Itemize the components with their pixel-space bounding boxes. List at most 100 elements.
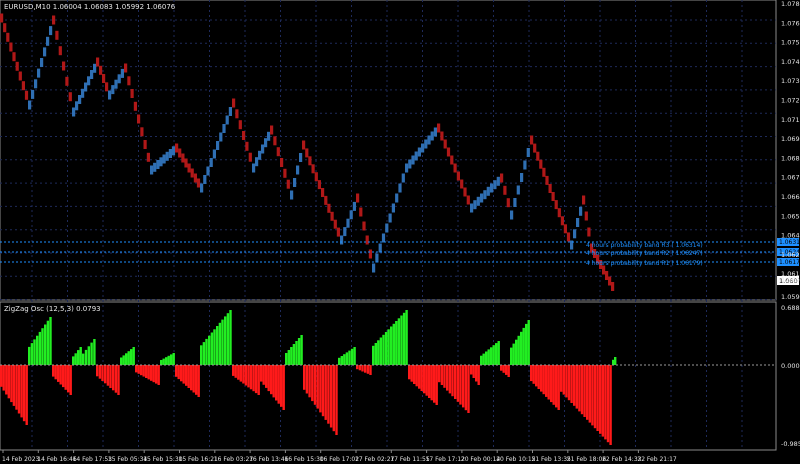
osc-negative-bar (408, 365, 411, 380)
osc-positive-bar (202, 342, 206, 365)
osc-positive-bar (343, 354, 346, 365)
down-brick (359, 207, 363, 217)
osc-negative-bar (596, 365, 599, 431)
up-brick (573, 229, 577, 239)
osc-negative-bar (470, 365, 473, 375)
osc-negative-bar (532, 365, 535, 384)
down-brick (302, 140, 306, 150)
price-tick-label: 1.06875 (781, 154, 800, 162)
osc-negative-bar (15, 365, 18, 410)
osc-positive-bar (522, 327, 525, 365)
osc-positive-bar (221, 319, 224, 365)
osc-negative-bar (152, 365, 155, 383)
up-brick (165, 151, 169, 161)
up-brick (352, 201, 356, 211)
down-brick (146, 152, 150, 162)
down-brick (317, 180, 321, 190)
price-axis[interactable]: 1.07810 1.07695 1.07575 1.07460 1.07345 1.072… (781, 0, 800, 301)
osc-negative-bar (358, 365, 362, 371)
osc-negative-bar (451, 365, 454, 397)
down-brick (140, 127, 144, 137)
osc-negative-bar (17, 365, 21, 414)
osc-negative-bar (12, 365, 16, 406)
price-tick-label: 1.07110 (781, 116, 800, 124)
down-brick (15, 61, 19, 71)
oscillator-title: ZigZag Osc (12,5,3) 0.0793 (4, 305, 101, 313)
osc-negative-bar (155, 365, 158, 384)
band-price-label: 1.06179 (779, 259, 800, 266)
osc-positive-bar (295, 341, 298, 365)
up-brick (378, 243, 382, 253)
osc-negative-bar (369, 365, 372, 375)
time-tick-label: 21 Feb 18:06 (567, 456, 607, 463)
down-brick (463, 187, 467, 197)
osc-positive-bar (226, 313, 230, 365)
up-brick (433, 127, 437, 137)
osc-positive-bar (127, 351, 130, 365)
up-brick (375, 253, 379, 263)
up-brick (513, 198, 517, 207)
down-brick (270, 125, 274, 135)
osc-negative-bar (433, 365, 436, 403)
osc-positive-bar (374, 343, 377, 365)
osc-negative-bar (361, 365, 364, 372)
osc-negative-bar (137, 365, 140, 374)
osc-positive-bar (122, 355, 125, 365)
osc-negative-bar (195, 365, 198, 395)
up-brick (473, 200, 477, 210)
osc-negative-bar (117, 365, 120, 395)
osc-negative-bar (180, 365, 183, 382)
osc-positive-bar (44, 324, 47, 365)
up-brick (216, 141, 220, 150)
osc-negative-bar (425, 365, 428, 396)
osc-negative-bar (415, 365, 418, 387)
up-brick (264, 138, 268, 148)
osc-negative-bar (332, 365, 335, 432)
up-brick (114, 79, 118, 89)
osc-negative-bar (475, 365, 478, 382)
osc-negative-bar (67, 365, 70, 393)
down-brick (96, 57, 100, 67)
osc-negative-bar (313, 365, 317, 405)
symbol-title: EURUSD,M10 1.06004 1.06083 1.05992 1.060… (4, 3, 176, 11)
time-tick-label: 16 Feb 13:46 (249, 456, 289, 463)
osc-positive-bar (510, 347, 513, 365)
osc-negative-bar (583, 365, 586, 417)
price-tick-label: 1.07460 (781, 58, 800, 66)
osc-negative-bar (280, 365, 283, 407)
down-brick (190, 168, 194, 178)
up-brick (421, 143, 425, 153)
down-brick (466, 195, 470, 205)
down-brick (181, 153, 185, 163)
osc-negative-bar (242, 365, 245, 384)
time-tick-label: 22 Feb 14:33 (602, 456, 642, 463)
osc-negative-bar (560, 365, 563, 392)
osc-positive-bar (213, 329, 216, 365)
up-brick (411, 155, 415, 165)
down-brick (324, 195, 328, 205)
time-axis[interactable]: 14 Feb 202314 Feb 16:4614 Feb 17:5315 Fe… (2, 450, 677, 463)
osc-negative-bar (311, 365, 314, 402)
down-brick (58, 46, 62, 56)
osc-negative-bar (609, 365, 612, 445)
osc-negative-bar (366, 365, 370, 374)
time-tick-label: 20 Feb 10:15 (496, 456, 536, 463)
osc-negative-bar (593, 365, 597, 429)
osc-positive-bar (49, 317, 52, 365)
down-brick (127, 76, 131, 86)
osc-negative-bar (112, 365, 115, 391)
up-brick (470, 203, 474, 213)
down-brick (196, 178, 201, 188)
osc-positive-bar (130, 349, 133, 365)
osc-negative-bar (448, 365, 452, 394)
time-tick-label: 14 Feb 2023 (2, 456, 40, 463)
osc-positive-bar (72, 356, 75, 365)
up-brick (120, 68, 124, 78)
osc-negative-bar (472, 365, 475, 378)
down-brick (9, 42, 13, 52)
up-brick (46, 36, 50, 46)
down-brick (305, 148, 309, 158)
down-brick (539, 159, 543, 169)
osc-negative-bar (456, 365, 460, 402)
down-brick (362, 221, 366, 231)
